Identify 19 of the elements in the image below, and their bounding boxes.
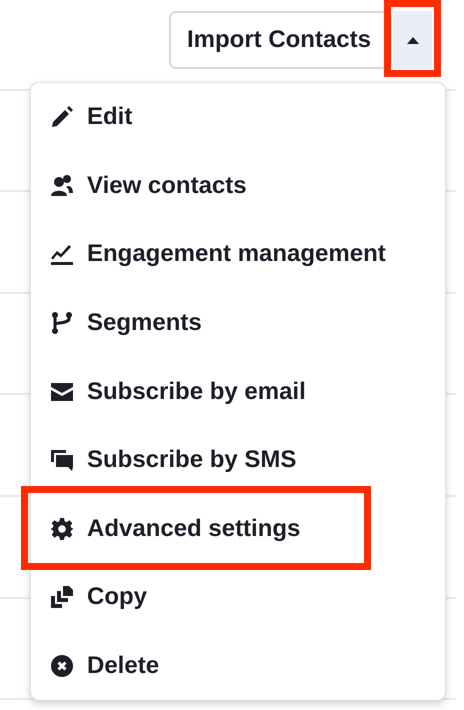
menu-item[interactable]: Engagement management	[31, 220, 445, 289]
menu-item[interactable]: Subscribe by SMS	[31, 426, 445, 495]
menu-item[interactable]: View contacts	[31, 152, 445, 220]
menu-item[interactable]: Segments	[31, 288, 445, 358]
settings-icon	[50, 516, 74, 541]
menu-item[interactable]: Subscribe by email	[31, 357, 445, 426]
menu-item[interactable]: Edit	[31, 83, 445, 152]
caret-icon	[406, 36, 418, 44]
menu-toggle-button[interactable]	[393, 11, 432, 69]
menu-item[interactable]: Copy	[31, 563, 445, 632]
branch-icon	[50, 311, 74, 336]
menu-item[interactable]: Delete	[31, 632, 445, 700]
copy-icon	[50, 585, 74, 610]
menu-item[interactable]: Advanced settings	[31, 494, 445, 564]
line-chart-icon	[50, 242, 74, 266]
delete-icon	[50, 654, 74, 678]
chat-bubbles-icon	[50, 448, 74, 472]
pencil-icon	[50, 105, 74, 130]
people-icon	[50, 174, 74, 198]
